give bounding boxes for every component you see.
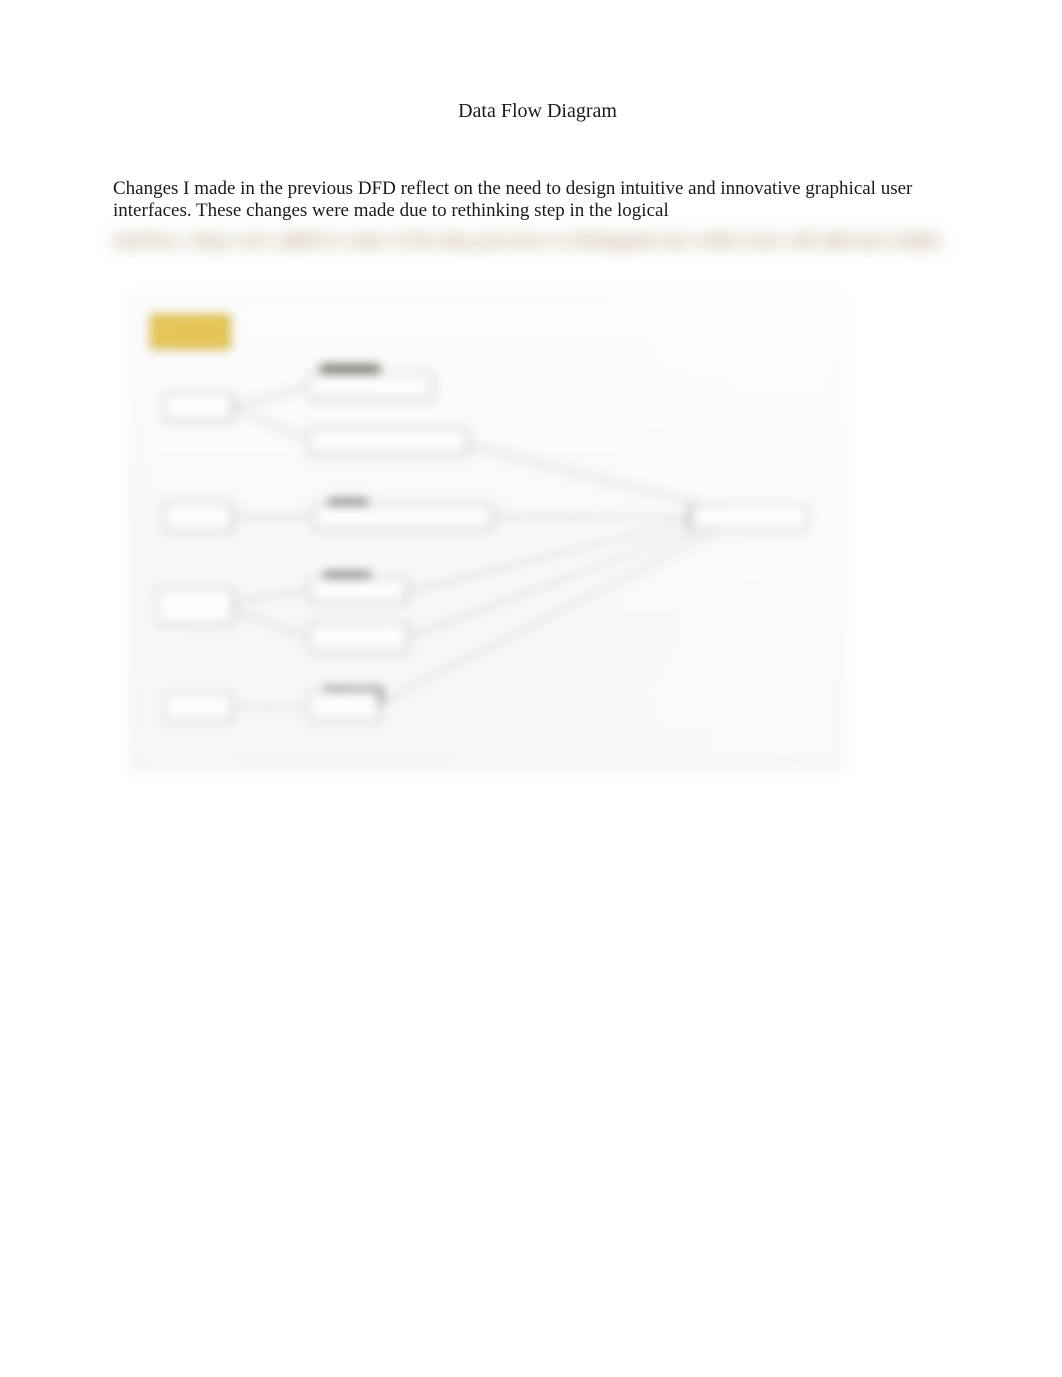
dfd-process [308, 622, 408, 652]
page-title: Data Flow Diagram [293, 100, 782, 123]
dfd-title-box [150, 314, 230, 349]
dfd-process [313, 504, 493, 530]
dfd-process [308, 690, 380, 722]
dfd-entity [156, 587, 234, 625]
blurred-paragraph: interface. Steps were added to some of t… [113, 230, 962, 252]
dfd-process-label [320, 365, 380, 383]
dfd-process [308, 577, 408, 603]
document-page: Data Flow Diagram Changes I made in the … [0, 0, 1062, 772]
dfd-process [308, 372, 433, 400]
dfd-data-store [688, 504, 808, 530]
dfd-connectors [128, 292, 848, 772]
dfd-diagram [128, 292, 848, 772]
body-paragraph: Changes I made in the previous DFD refle… [113, 178, 962, 222]
dfd-process [308, 427, 468, 455]
dfd-entity [163, 692, 233, 722]
dfd-entity [163, 392, 233, 422]
dfd-process-label [323, 572, 371, 586]
dfd-process-label [353, 687, 383, 705]
dfd-process-label [323, 687, 353, 705]
dfd-entity [163, 502, 233, 532]
dfd-process-label [328, 499, 368, 515]
